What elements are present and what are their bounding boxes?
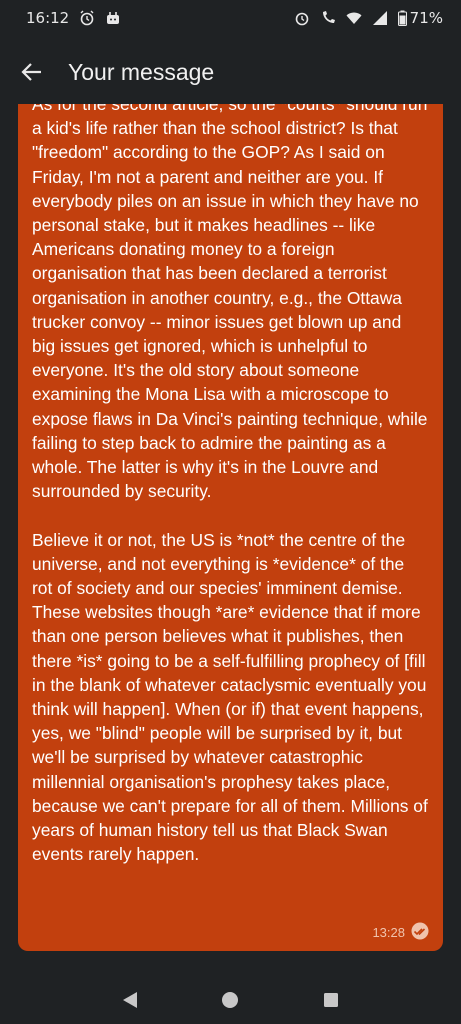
status-time: 16:12 — [26, 9, 70, 27]
alarm-icon — [294, 10, 310, 26]
recents-square-icon[interactable] — [319, 988, 343, 1012]
app-bar: Your message — [0, 40, 461, 104]
message-bubble[interactable]: As for the second article, so the *court… — [18, 104, 443, 951]
call-wifi-icon — [320, 10, 336, 26]
message-text: As for the second article, so the *court… — [32, 104, 428, 865]
wifi-icon — [346, 10, 362, 26]
system-nav-bar — [0, 976, 461, 1024]
battery-icon — [397, 10, 407, 26]
arrow-left-icon[interactable] — [18, 58, 46, 86]
back-triangle-icon[interactable] — [118, 988, 142, 1012]
double-check-icon — [411, 922, 429, 943]
battery-percent: 71% — [409, 9, 443, 27]
home-circle-icon[interactable] — [218, 988, 242, 1012]
battery-group: 71% — [397, 9, 443, 27]
message-time: 13:28 — [372, 925, 405, 940]
notification-app-icon — [105, 10, 121, 26]
page-title: Your message — [68, 58, 215, 85]
message-meta: 13:28 — [372, 922, 429, 943]
signal-icon — [372, 10, 388, 26]
status-bar-left: 16:12 — [26, 9, 121, 27]
status-bar: 16:12 71% — [0, 0, 461, 36]
status-bar-right: 71% — [294, 9, 443, 27]
alarm-icon — [79, 10, 95, 26]
